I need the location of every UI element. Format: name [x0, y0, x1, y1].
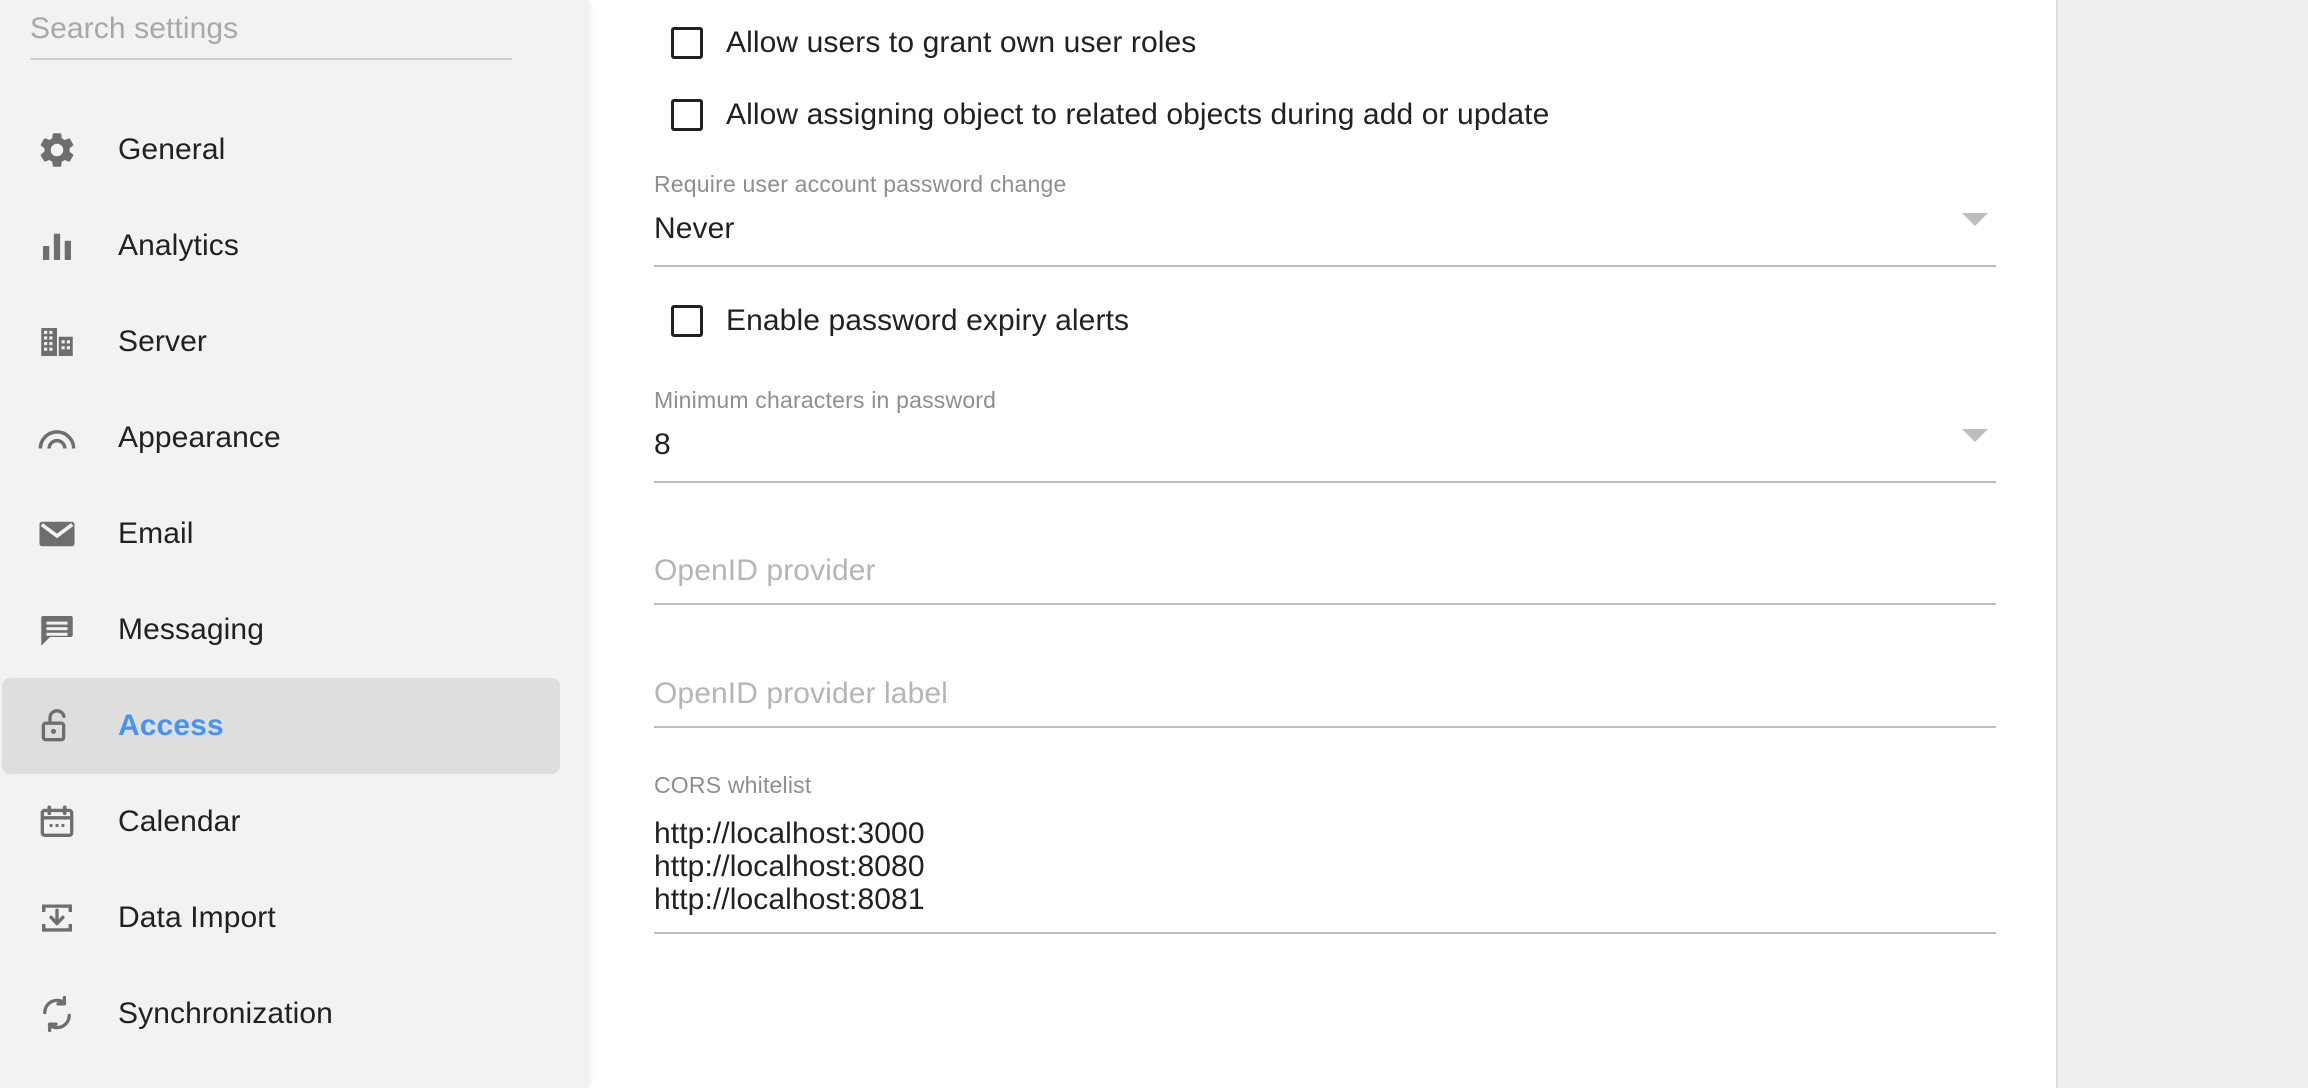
textarea-cors-whitelist[interactable]: CORS whitelist http://localhost:3000 htt…	[654, 774, 1996, 934]
checkbox-grant-own-roles[interactable]	[671, 27, 703, 59]
sidebar-item-email[interactable]: Email	[2, 486, 560, 582]
settings-sidebar: General Analytics	[0, 0, 588, 1088]
building-icon	[34, 321, 80, 363]
download-box-icon	[34, 897, 80, 939]
unlock-icon	[34, 705, 80, 747]
checkbox-label: Allow assigning object to related object…	[726, 98, 1550, 131]
select-require-password-change[interactable]: Require user account password change Nev…	[654, 173, 1996, 267]
checkbox-row-grant-own-roles[interactable]: Allow users to grant own user roles	[654, 7, 1996, 79]
field-value: 8	[654, 428, 671, 461]
checkbox-label: Allow users to grant own user roles	[726, 26, 1197, 59]
panel-right-edge-shadow	[2056, 0, 2059, 1088]
sidebar-item-label: Calendar	[118, 805, 241, 838]
chevron-down-icon[interactable]	[1962, 429, 1988, 442]
chat-bubble-icon	[34, 609, 80, 651]
sidebar-item-data-import[interactable]: Data Import	[2, 870, 560, 966]
sidebar-item-label: Access	[118, 709, 224, 742]
field-label: CORS whitelist	[654, 772, 812, 798]
checkbox-row-assign-related-objects[interactable]: Allow assigning object to related object…	[654, 79, 1996, 151]
sidebar-item-messaging[interactable]: Messaging	[2, 582, 560, 678]
input-openid-provider[interactable]: OpenID provider	[654, 556, 1996, 605]
sidebar-item-label: Messaging	[118, 613, 264, 646]
field-label: Minimum characters in password	[654, 387, 997, 413]
search-settings-field[interactable]	[30, 0, 512, 60]
field-label: Require user account password change	[654, 171, 1067, 197]
search-input[interactable]	[30, 12, 512, 46]
sidebar-item-calendar[interactable]: Calendar	[2, 774, 560, 870]
access-settings-form: Allow users to grant own user roles Allo…	[654, 0, 1996, 934]
settings-content-panel: Allow users to grant own user roles Allo…	[588, 0, 2056, 1088]
chevron-down-icon[interactable]	[1962, 213, 1988, 226]
select-minimum-password-characters[interactable]: Minimum characters in password 8	[654, 389, 1996, 483]
gear-icon	[34, 129, 80, 171]
sidebar-item-label: Appearance	[118, 421, 281, 454]
cors-entry: http://localhost:8081	[654, 883, 925, 916]
field-placeholder: OpenID provider	[654, 554, 876, 587]
bar-chart-icon	[34, 225, 80, 267]
cors-entry: http://localhost:3000	[654, 817, 925, 850]
checkbox-label: Enable password expiry alerts	[726, 304, 1130, 337]
sidebar-item-appearance[interactable]: Appearance	[2, 390, 560, 486]
checkbox-assign-related-objects[interactable]	[671, 99, 703, 131]
sidebar-item-label: Synchronization	[118, 997, 333, 1030]
sidebar-item-label: Data Import	[118, 901, 276, 934]
sidebar-item-label: Analytics	[118, 229, 239, 262]
sidebar-item-label: Email	[118, 517, 194, 550]
cors-entry: http://localhost:8080	[654, 850, 925, 883]
checkbox-password-expiry-alerts[interactable]	[671, 305, 703, 337]
input-openid-provider-label[interactable]: OpenID provider label	[654, 679, 1996, 728]
sidebar-item-synchronization[interactable]: Synchronization	[2, 966, 560, 1062]
settings-screen: General Analytics	[0, 0, 2308, 1088]
sidebar-nav-list: General Analytics Server Appearance Emai…	[0, 102, 588, 1062]
sidebar-item-analytics[interactable]: Analytics	[2, 198, 560, 294]
field-value: Never	[654, 212, 735, 245]
envelope-icon	[34, 513, 80, 555]
sidebar-item-general[interactable]: General	[2, 102, 560, 198]
sidebar-item-label: General	[118, 133, 226, 166]
sidebar-item-server[interactable]: Server	[2, 294, 560, 390]
sidebar-item-label: Server	[118, 325, 207, 358]
calendar-icon	[34, 801, 80, 843]
rainbow-arc-icon	[34, 417, 80, 459]
sidebar-item-access[interactable]: Access	[2, 678, 560, 774]
sync-refresh-icon	[34, 993, 80, 1035]
checkbox-row-password-expiry-alerts[interactable]: Enable password expiry alerts	[654, 285, 1996, 357]
field-placeholder: OpenID provider label	[654, 677, 948, 710]
